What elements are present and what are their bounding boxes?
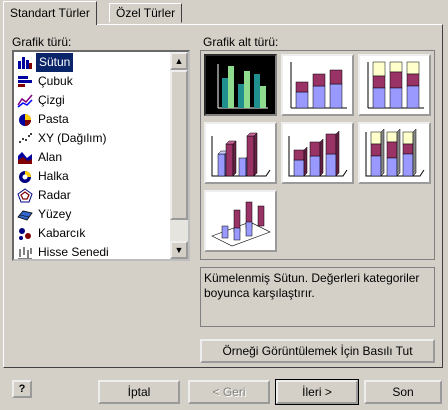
- list-item-label: Alan: [38, 150, 63, 164]
- column-chart-icon: [18, 57, 32, 69]
- list-item-label: Halka: [38, 169, 69, 183]
- area-chart-icon: [18, 152, 32, 164]
- chart-description: Kümelenmiş Sütun. Değerleri kategoriler …: [200, 267, 435, 327]
- stacked-column-icon: [290, 62, 347, 109]
- next-button[interactable]: İleri >: [275, 379, 359, 405]
- help-icon: ?: [18, 383, 26, 395]
- bar-chart-icon: [18, 76, 32, 87]
- list-item-bar[interactable]: Çubuk: [14, 72, 164, 91]
- list-item-label: XY (Dağılım): [38, 131, 107, 145]
- subtype-clustered-column[interactable]: [204, 54, 277, 116]
- subtype-100-stacked-column[interactable]: [358, 54, 431, 116]
- 3d-column-icon: [211, 201, 271, 247]
- 100-stacked-column-3d-effect-icon: [365, 128, 425, 177]
- scroll-up-button[interactable]: ▲: [170, 52, 188, 70]
- list-item-doughnut[interactable]: Halka: [14, 167, 164, 186]
- list-item-label: Sütun: [36, 53, 74, 72]
- list-item-label: Radar: [38, 188, 71, 202]
- chart-type-scrollbar[interactable]: ▲ ▼: [170, 52, 188, 259]
- list-item-line[interactable]: Çizgi: [14, 91, 164, 110]
- finish-button[interactable]: Son: [364, 380, 442, 404]
- chart-type-label: Grafik türü:: [12, 35, 72, 49]
- list-item-surface[interactable]: Yüzey: [14, 205, 164, 224]
- list-item-label: Kabarcık: [38, 226, 86, 240]
- tab-custom-types[interactable]: Özel Türler: [109, 3, 183, 23]
- clustered-column-3d-effect-icon: [211, 132, 271, 177]
- radar-chart-icon: [17, 188, 33, 203]
- scroll-thumb[interactable]: [170, 70, 188, 220]
- pie-chart-icon: [19, 114, 31, 126]
- back-button: < Geri: [188, 380, 270, 404]
- list-item-bubble[interactable]: Kabarcık: [14, 224, 164, 243]
- chart-type-list[interactable]: Sütun Çubuk Çizgi Pasta XY (Dağılım) Ala…: [12, 50, 190, 261]
- list-item-radar[interactable]: Radar: [14, 186, 164, 205]
- tab-standard-types[interactable]: Standart Türler: [3, 1, 97, 25]
- subtype-stacked-column[interactable]: [281, 54, 354, 116]
- list-item-area[interactable]: Alan: [14, 148, 164, 167]
- clustered-column-icon: [217, 64, 268, 109]
- chart-subtype-label: Grafik alt türü:: [203, 35, 279, 49]
- subtype-3d-column[interactable]: [204, 190, 277, 252]
- chart-subtype-grid: [200, 50, 435, 260]
- subtype-clustered-column-3d[interactable]: [204, 122, 277, 184]
- stacked-column-3d-effect-icon: [288, 130, 348, 177]
- list-item-label: Pasta: [38, 112, 69, 126]
- list-item-stock[interactable]: Hisse Senedi: [14, 243, 164, 259]
- preview-sample-button[interactable]: Örneği Görüntülemek İçin Basılı Tut: [200, 339, 435, 363]
- bubble-chart-icon: [19, 228, 31, 240]
- surface-chart-icon: [17, 210, 33, 221]
- subtype-stacked-column-3d[interactable]: [281, 122, 354, 184]
- doughnut-chart-icon: [19, 171, 31, 183]
- scatter-chart-icon: [19, 133, 32, 143]
- subtype-100-stacked-column-3d[interactable]: [358, 122, 431, 184]
- cancel-button[interactable]: İptal: [98, 380, 180, 404]
- list-item-scatter[interactable]: XY (Dağılım): [14, 129, 164, 148]
- list-item-pie[interactable]: Pasta: [14, 110, 164, 129]
- list-item-label: Yüzey: [38, 207, 72, 221]
- list-item-label: Hisse Senedi: [38, 245, 109, 259]
- list-item-column[interactable]: Sütun: [14, 53, 164, 72]
- line-chart-icon: [17, 94, 33, 108]
- help-button[interactable]: ?: [12, 380, 32, 398]
- list-item-label: Çizgi: [38, 93, 65, 107]
- stock-chart-icon: [18, 247, 32, 259]
- 100-stacked-column-icon: [367, 61, 424, 109]
- list-item-label: Çubuk: [38, 74, 73, 88]
- scroll-down-button[interactable]: ▼: [170, 241, 188, 259]
